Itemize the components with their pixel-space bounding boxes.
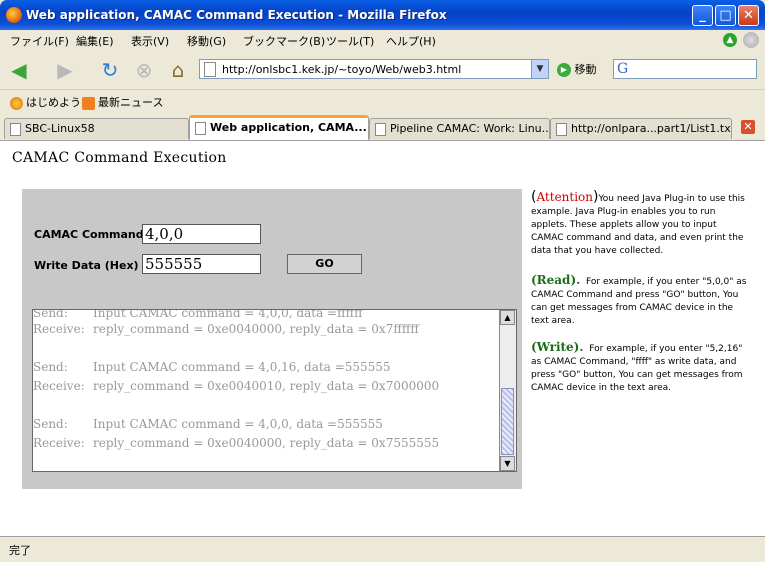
url-bar: ▼ <box>199 59 549 79</box>
reload-icon: ↻ <box>101 58 119 82</box>
log-line: Send: Input CAMAC command = 4,0,0, data =… <box>33 309 363 320</box>
log-textarea[interactable]: Send: Input CAMAC command = 4,0,0, data =… <box>32 309 517 472</box>
attention-heading: Attention <box>536 190 594 204</box>
page-icon <box>195 122 206 135</box>
window-title: Web application, CAMAC Command Execution… <box>26 8 447 22</box>
command-input[interactable] <box>142 224 261 244</box>
forward-button[interactable]: ▶ <box>52 57 78 83</box>
log-line: Send: Input CAMAC command = 4,0,16, data … <box>33 360 391 374</box>
camac-applet: CAMAC Command: Write Data (Hex) : GO Sen… <box>22 189 522 489</box>
maximize-button[interactable]: □ <box>715 5 736 26</box>
update-icon[interactable]: ▲ <box>723 33 737 47</box>
search-box[interactable]: G <box>613 59 757 79</box>
stop-icon: ⊗ <box>135 58 153 82</box>
navigation-toolbar: ◀ ▶ ↻ ⊗ ⌂ ▼ ▶ 移動 G <box>0 51 765 90</box>
home-icon: ⌂ <box>171 58 185 82</box>
menu-tools[interactable]: ツール(T) <box>326 33 374 49</box>
minimize-button[interactable]: _ <box>692 5 713 26</box>
close-tab-icon[interactable]: ✕ <box>741 120 755 134</box>
page-icon <box>204 62 216 77</box>
reload-button[interactable]: ↻ <box>97 57 123 83</box>
firefox-icon <box>10 96 23 110</box>
title-bar: Web application, CAMAC Command Execution… <box>0 0 765 30</box>
tab-sbc-linux[interactable]: SBC-Linux58 <box>4 118 189 139</box>
page-icon <box>10 123 21 136</box>
tab-list1[interactable]: http://onlpara...part1/List1.txt <box>550 118 732 139</box>
tab-bar: SBC-Linux58 Web application, CAMA... Pip… <box>0 115 765 141</box>
scroll-up-icon[interactable]: ▲ <box>500 310 515 325</box>
stop-button[interactable]: ⊗ <box>131 57 157 83</box>
arrow-right-icon: ▶ <box>57 58 73 82</box>
menu-edit[interactable]: 編集(E) <box>76 33 114 49</box>
go-button[interactable]: ▶ 移動 <box>557 61 597 79</box>
write-data-input[interactable] <box>142 254 261 274</box>
write-heading: (Write). <box>531 340 584 354</box>
menu-view[interactable]: 表示(V) <box>131 33 169 49</box>
attention-note: (Attention)You need Java Plug-in to use … <box>531 189 745 256</box>
home-button[interactable]: ⌂ <box>165 57 191 83</box>
search-engine-icon[interactable]: G <box>617 61 628 77</box>
write-note: (Write). For example, if you enter "5,2,… <box>531 341 751 395</box>
throbber-icon <box>743 32 759 48</box>
tab-web-application[interactable]: Web application, CAMA... <box>189 115 369 140</box>
url-dropdown-icon[interactable]: ▼ <box>531 60 548 78</box>
bookmark-latest-news[interactable]: 最新ニュース <box>82 94 163 110</box>
bookmarks-toolbar: はじめよう 最新ニュース <box>0 90 765 114</box>
log-scrollbar[interactable]: ▲ ▼ <box>499 310 516 471</box>
page-content: CAMAC Command Execution CAMAC Command: W… <box>0 141 765 536</box>
menu-file[interactable]: ファイル(F) <box>10 33 69 49</box>
page-icon <box>375 123 386 136</box>
page-icon <box>556 123 567 136</box>
menu-bar: ファイル(F) 編集(E) 表示(V) 移動(G) ブックマーク(B) ツール(… <box>0 30 765 50</box>
rss-icon <box>82 96 95 110</box>
page-title: CAMAC Command Execution <box>12 150 227 166</box>
command-label: CAMAC Command: <box>34 228 149 241</box>
url-input[interactable] <box>222 61 522 77</box>
scroll-thumb[interactable] <box>501 388 514 455</box>
firefox-icon <box>6 7 22 23</box>
bookmark-getting-started[interactable]: はじめよう <box>10 94 81 110</box>
read-note: (Read). For example, if you enter "5,0,0… <box>531 274 751 328</box>
log-line: Receive: reply_command = 0xe0040010, repl… <box>33 379 440 393</box>
close-button[interactable]: ✕ <box>738 5 759 26</box>
go-icon: ▶ <box>557 63 571 77</box>
log-line: Receive: reply_command = 0xe0040000, repl… <box>33 436 440 450</box>
status-bar: 完了 <box>0 536 765 562</box>
back-button[interactable]: ◀ <box>6 57 32 83</box>
scroll-down-icon[interactable]: ▼ <box>500 456 515 471</box>
log-line: Send: Input CAMAC command = 4,0,0, data =… <box>33 417 383 431</box>
write-data-label: Write Data (Hex) : <box>34 259 147 272</box>
read-heading: (Read). <box>531 273 581 287</box>
status-text: 完了 <box>9 544 31 557</box>
menu-help[interactable]: ヘルプ(H) <box>386 33 436 49</box>
tab-pipeline-camac[interactable]: Pipeline CAMAC: Work: Linu... <box>369 118 550 139</box>
arrow-left-icon: ◀ <box>11 58 27 82</box>
go-button[interactable]: GO <box>287 254 362 274</box>
log-line: Receive: reply_command = 0xe0040000, repl… <box>33 322 419 336</box>
go-label: 移動 <box>574 63 597 76</box>
menu-go[interactable]: 移動(G) <box>187 33 226 49</box>
menu-bookmarks[interactable]: ブックマーク(B) <box>243 33 325 49</box>
